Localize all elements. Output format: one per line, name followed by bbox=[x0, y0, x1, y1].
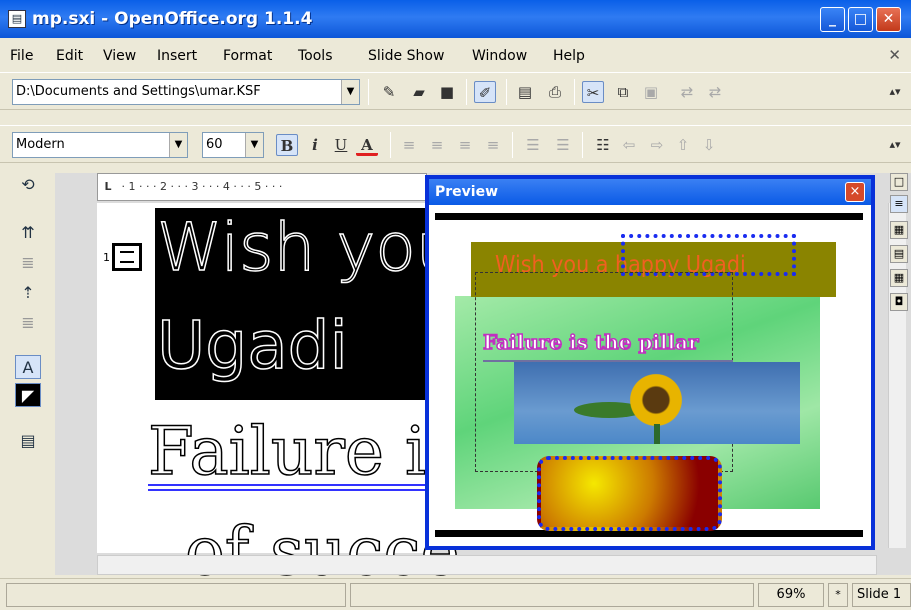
menu-slideshow[interactable]: Slide Show bbox=[368, 48, 444, 64]
open-folder-icon[interactable]: ▰ bbox=[408, 81, 430, 103]
object-toolbar: Modern ▼ 60 ▼ B i U A ≡ ≡ ≡ ≡ ☰ ☰ ☷ ⇦ ⇨ … bbox=[0, 125, 911, 163]
title-bar: ▤ mp.sxi - OpenOffice.org 1.1.4 _ □ ✕ bbox=[0, 0, 911, 38]
chevron-down-icon[interactable]: ▼ bbox=[169, 133, 187, 157]
move-up-icon[interactable]: ⇡ bbox=[15, 281, 41, 305]
menu-format[interactable]: Format bbox=[223, 48, 272, 64]
line-spacing-icon[interactable]: ☰ bbox=[522, 134, 544, 156]
chevron-down-icon[interactable]: ▼ bbox=[341, 80, 359, 104]
copy-icon[interactable]: ⧉ bbox=[612, 81, 634, 103]
selection-outline bbox=[621, 234, 796, 276]
preview-title: Preview bbox=[429, 179, 871, 205]
font-size-select[interactable]: 60 ▼ bbox=[202, 132, 264, 158]
edit-file-icon[interactable]: ✎ bbox=[378, 81, 400, 103]
modified-indicator: * bbox=[828, 583, 848, 607]
align-center-icon[interactable]: ≡ bbox=[426, 134, 448, 156]
arrow-left-icon[interactable]: ⇦ bbox=[618, 134, 640, 156]
align-left-icon[interactable]: ≡ bbox=[398, 134, 420, 156]
align-right-icon[interactable]: ≡ bbox=[454, 134, 476, 156]
outline-body-line1[interactable]: Failure i bbox=[147, 412, 427, 492]
slide-sorter-icon[interactable]: ▦ bbox=[890, 221, 908, 239]
zoom-level[interactable]: 69% bbox=[758, 583, 824, 607]
close-window-button[interactable]: ✕ bbox=[876, 7, 901, 32]
status-position bbox=[350, 583, 754, 607]
outline-title-line1[interactable]: Wish you bbox=[156, 208, 458, 288]
window-title: mp.sxi - OpenOffice.org 1.1.4 bbox=[32, 9, 313, 29]
undo-icon[interactable]: ⇄ bbox=[676, 81, 698, 103]
underline-button[interactable]: U bbox=[330, 134, 352, 156]
preview-window[interactable]: Preview × Wish you a happy Ugadi Failure… bbox=[425, 175, 875, 550]
close-document-icon[interactable]: ✕ bbox=[888, 46, 901, 64]
font-name-select[interactable]: Modern ▼ bbox=[12, 132, 188, 158]
paste-icon[interactable]: ▣ bbox=[640, 81, 662, 103]
arrow-up-icon[interactable]: ⇧ bbox=[672, 134, 694, 156]
menu-file[interactable]: File bbox=[10, 48, 33, 64]
text-underline bbox=[148, 484, 428, 491]
export-pdf-icon[interactable]: ▤ bbox=[514, 81, 536, 103]
font-name-value: Modern bbox=[16, 137, 65, 152]
horizontal-ruler: L · 1 · · · 2 · · · 3 · · · 4 · · · 5 · … bbox=[97, 173, 427, 201]
zoom-icon[interactable]: ⟲ bbox=[15, 173, 41, 197]
formatting-on-off-icon[interactable]: A bbox=[15, 355, 41, 379]
document-icon: ▤ bbox=[8, 10, 26, 28]
arrow-right-icon[interactable]: ⇨ bbox=[646, 134, 668, 156]
url-field[interactable]: D:\Documents and Settings\umar.KSF ▼ bbox=[12, 79, 360, 105]
slide-preview: Wish you a happy Ugadi Failure is the pi… bbox=[435, 213, 863, 537]
outline-toolbar: ⟲ ⇈ ≣ ⇡ ≣ A ◤ ▤ bbox=[0, 163, 55, 575]
menu-tools[interactable]: Tools bbox=[298, 48, 333, 64]
move-down-icon[interactable]: ≣ bbox=[15, 311, 41, 335]
slide-icon bbox=[112, 243, 142, 271]
slide-show-view-icon[interactable]: ◘ bbox=[890, 293, 908, 311]
function-toolbar: D:\Documents and Settings\umar.KSF ▼ ✎ ▰… bbox=[0, 72, 911, 110]
justify-icon[interactable]: ≡ bbox=[482, 134, 504, 156]
status-bar: 69% * Slide 1 bbox=[0, 578, 911, 610]
preview-close-button[interactable]: × bbox=[845, 182, 865, 202]
menu-help[interactable]: Help bbox=[553, 48, 585, 64]
menu-view[interactable]: View bbox=[103, 48, 136, 64]
cut-icon[interactable]: ✂ bbox=[582, 81, 604, 103]
first-level-icon[interactable]: ⇈ bbox=[15, 221, 41, 245]
view-switcher: □ ≡ ▦ ▤ ▦ ◘ bbox=[887, 165, 911, 345]
outline-title-line2[interactable]: Ugadi bbox=[156, 306, 348, 386]
url-value: D:\Documents and Settings\umar.KSF bbox=[16, 84, 261, 99]
status-message bbox=[6, 583, 346, 607]
outline-view-icon[interactable]: ≡ bbox=[890, 195, 908, 213]
menu-window[interactable]: Window bbox=[472, 48, 527, 64]
gradient-shape bbox=[537, 456, 722, 531]
slide-show-icon[interactable]: ▤ bbox=[15, 429, 41, 453]
menu-edit[interactable]: Edit bbox=[56, 48, 83, 64]
notes-view-icon[interactable]: ▤ bbox=[890, 245, 908, 263]
black-white-view-icon[interactable]: ◤ bbox=[15, 383, 41, 407]
horizontal-scrollbar[interactable] bbox=[97, 555, 877, 575]
menu-bar: File Edit View Insert Format Tools Slide… bbox=[0, 38, 911, 72]
bold-button[interactable]: B bbox=[276, 134, 298, 156]
ruler-ticks: · 1 · · · 2 · · · 3 · · · 4 · · · 5 · · … bbox=[121, 180, 283, 193]
toolbar-scroll-icon[interactable]: ▴▾ bbox=[884, 134, 906, 156]
handout-view-icon[interactable]: ▦ bbox=[890, 269, 908, 287]
maximize-button[interactable]: □ bbox=[848, 7, 873, 32]
edit-mode-icon[interactable]: ✐ bbox=[474, 81, 496, 103]
slide-number: 1 bbox=[103, 251, 110, 264]
all-levels-icon[interactable]: ≣ bbox=[15, 251, 41, 275]
drawing-view-icon[interactable]: □ bbox=[890, 173, 908, 191]
chevron-down-icon[interactable]: ▼ bbox=[245, 133, 263, 157]
sunflower-image bbox=[514, 362, 800, 444]
menu-insert[interactable]: Insert bbox=[157, 48, 197, 64]
save-icon[interactable]: ■ bbox=[436, 81, 458, 103]
slide-body-text: Failure is the pillar bbox=[482, 329, 699, 355]
toolbar-scroll-icon[interactable]: ▴▾ bbox=[884, 81, 906, 103]
tab-stop-selector[interactable]: L bbox=[98, 174, 118, 200]
font-size-value: 60 bbox=[206, 137, 223, 152]
print-icon[interactable]: ⎙ bbox=[544, 81, 566, 103]
redo-icon[interactable]: ⇄ bbox=[704, 81, 726, 103]
italic-button[interactable]: i bbox=[304, 134, 326, 156]
bullets-icon[interactable]: ☷ bbox=[592, 134, 614, 156]
font-color-button[interactable]: A bbox=[356, 134, 378, 156]
minimize-button[interactable]: _ bbox=[820, 7, 845, 32]
paragraph-spacing-icon[interactable]: ☰ bbox=[552, 134, 574, 156]
slide-indicator: Slide 1 bbox=[852, 583, 911, 607]
arrow-down-icon[interactable]: ⇩ bbox=[698, 134, 720, 156]
